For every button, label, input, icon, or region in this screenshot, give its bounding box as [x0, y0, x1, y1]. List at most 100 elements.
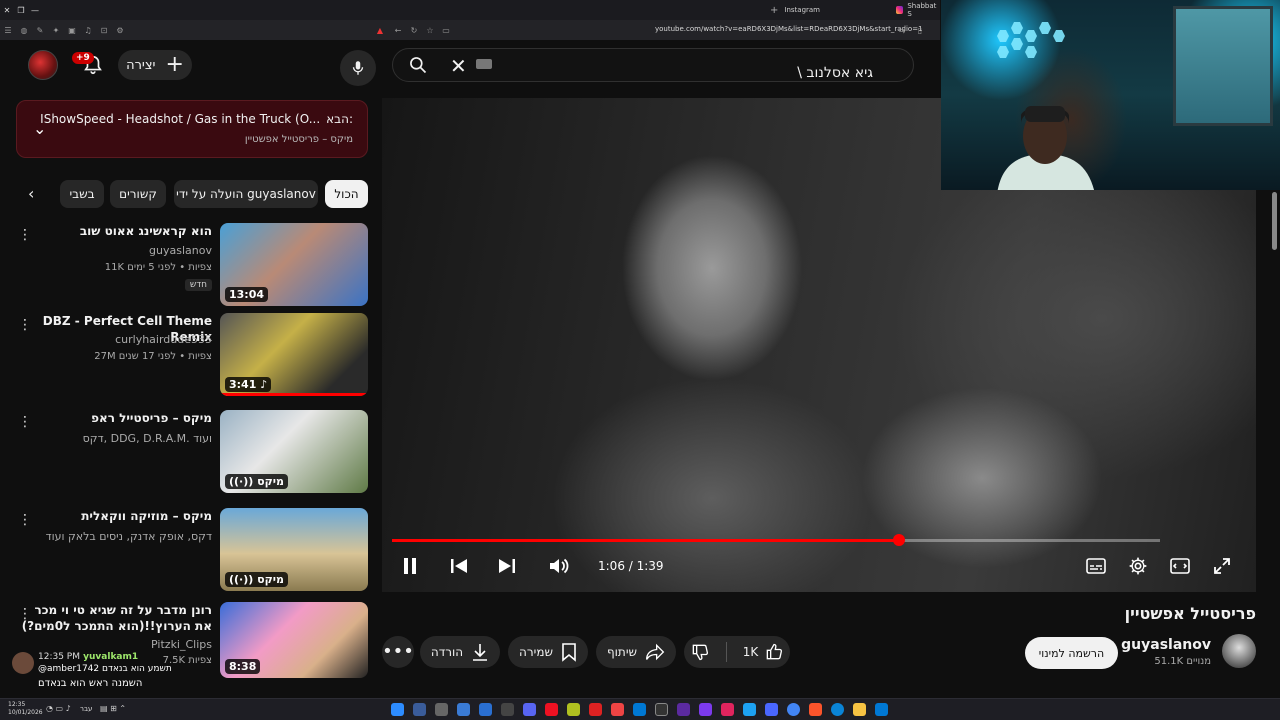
app-icon[interactable]	[743, 703, 756, 716]
restore-window-icon[interactable]: ❐	[14, 6, 28, 15]
music-icon[interactable]: ♫	[80, 26, 96, 35]
extension-icon[interactable]: ✎	[32, 26, 48, 35]
chip-all[interactable]: הכול	[325, 180, 368, 208]
video-title[interactable]: הוא קראשינג אאוט שוב	[32, 223, 212, 239]
chip-watched[interactable]: בשבי	[60, 180, 104, 208]
scrollbar-thumb[interactable]	[1272, 192, 1277, 250]
bookmark-page-icon[interactable]: ▯	[912, 26, 928, 35]
taskbar-clock[interactable]: 12:35 10/01/2026	[8, 701, 43, 717]
chip-related[interactable]: קשורים	[110, 180, 166, 208]
video-title[interactable]: רונן מדבר על זה שגיא טי וי מכר את הערוץ!…	[16, 602, 212, 634]
start-icon[interactable]	[875, 703, 888, 716]
settings-icon[interactable]: ⚙	[112, 26, 128, 35]
channel-name[interactable]: curlyhairdude535	[115, 333, 212, 346]
video-title[interactable]: מיקס – מוזיקה ווקאלית	[32, 508, 212, 524]
pause-button[interactable]	[400, 554, 420, 578]
voice-search-button[interactable]	[340, 50, 376, 86]
more-options-icon[interactable]: ⋮	[18, 227, 32, 243]
app-icon[interactable]	[589, 703, 602, 716]
video-title[interactable]: מיקס – פריסטייל ראפ	[32, 410, 212, 426]
url-text[interactable]: youtube.com/watch?v=eaRD6X3DjMs&list=RDe…	[655, 25, 923, 33]
list-item[interactable]: ⋮ ((·)) מיקס מיקס – פריסטייל ראפ דקס, DD…	[16, 410, 368, 494]
folder-icon[interactable]	[853, 703, 866, 716]
video-thumbnail[interactable]: 8:38	[220, 602, 368, 678]
previous-button[interactable]	[448, 554, 470, 578]
puzzle-icon[interactable]: ✦	[48, 26, 64, 35]
app-icon[interactable]	[413, 703, 426, 716]
chip-uploaded-by[interactable]: הועלה על ידי guyaslanov	[174, 180, 318, 208]
channel-name[interactable]: guyaslanov	[149, 244, 212, 257]
sidebar-icon[interactable]: ▣	[64, 26, 80, 35]
back-icon[interactable]: ←	[390, 26, 406, 35]
create-button[interactable]: יצירה +	[118, 50, 192, 80]
volume-button[interactable]	[548, 554, 572, 578]
reload-icon[interactable]: ↻	[406, 26, 422, 35]
more-options-icon[interactable]: ⋮	[18, 414, 32, 430]
page-scrollbar[interactable]	[1268, 190, 1280, 695]
video-thumbnail[interactable]: 13:04	[220, 223, 368, 306]
list-item[interactable]: ⋮ 13:04 הוא קראשינג אאוט שוב guyaslanov …	[16, 223, 368, 307]
screenshot-icon[interactable]: ⊡	[96, 26, 112, 35]
like-button[interactable]: 1K	[743, 642, 785, 662]
search-input[interactable]: גיא אסלנוב \	[392, 48, 914, 82]
app-icon[interactable]	[611, 703, 624, 716]
clear-search-icon[interactable]: ✕	[450, 54, 467, 78]
search-button[interactable]	[390, 50, 446, 80]
settings-button[interactable]	[1126, 554, 1150, 578]
discord-icon[interactable]	[523, 703, 536, 716]
premiere-icon[interactable]	[677, 703, 690, 716]
chevron-left-icon[interactable]: ‹	[28, 184, 34, 203]
dislike-button[interactable]	[690, 642, 710, 662]
video-thumbnail[interactable]: ((·)) מיקס	[220, 508, 368, 591]
edge-icon[interactable]	[831, 703, 844, 716]
tab-instagram[interactable]: + Instagram	[770, 3, 900, 17]
video-thumbnail[interactable]: ((·)) מיקס	[220, 410, 368, 493]
steam-icon[interactable]	[391, 703, 404, 716]
language-indicator[interactable]: עבר	[80, 705, 92, 713]
fullscreen-button[interactable]	[1210, 554, 1234, 578]
channel-avatar[interactable]	[1222, 634, 1256, 668]
download-button[interactable]: הורדה	[420, 636, 500, 668]
account-avatar[interactable]	[28, 50, 58, 80]
more-options-icon[interactable]: ⋮	[18, 512, 32, 528]
list-item[interactable]: ⋮ ((·)) מיקס מיקס – מוזיקה ווקאלית דקס, …	[16, 508, 368, 592]
up-next-panel[interactable]: ⌄ הבא: IShowSpeed - Headshot / Gas in th…	[16, 100, 368, 158]
scrubber-handle[interactable]	[893, 534, 905, 546]
app-icon[interactable]	[765, 703, 778, 716]
close-window-icon[interactable]: ✕	[0, 6, 14, 15]
share-button[interactable]: שיתוף	[596, 636, 676, 668]
copy-link-icon[interactable]: ⇆	[894, 26, 910, 35]
subscribe-button[interactable]: הרשמה למינוי	[1025, 637, 1118, 669]
list-item[interactable]: ⋮ 3:41 ♪ DBZ - Perfect Cell Theme Remix …	[16, 313, 368, 397]
app-icon[interactable]	[721, 703, 734, 716]
bookmark-icon[interactable]: ☆	[422, 26, 438, 35]
subtitles-button[interactable]	[1084, 554, 1108, 578]
minimize-window-icon[interactable]: —	[28, 6, 42, 15]
channel-names[interactable]: דקס, DDG, D.R.A.M. ועוד	[83, 432, 212, 445]
chatgpt-icon[interactable]	[655, 703, 668, 716]
obs-icon[interactable]	[435, 703, 448, 716]
video-thumbnail[interactable]: 3:41 ♪	[220, 313, 368, 396]
tray-expand-icon[interactable]: ▤ ⊞ ⌃	[100, 704, 126, 713]
new-tab-icon[interactable]: +	[770, 5, 778, 16]
channel-names[interactable]: דקס, אופק אדנק, ניסים בלאק ועוד	[46, 530, 212, 543]
app-icon[interactable]	[457, 703, 470, 716]
app-icon[interactable]	[479, 703, 492, 716]
theater-mode-button[interactable]	[1168, 554, 1192, 578]
channel-name[interactable]: guyaslanov	[1121, 637, 1211, 653]
chrome-icon[interactable]	[787, 703, 800, 716]
app-icon[interactable]	[567, 703, 580, 716]
system-tray-icons[interactable]: ◔ ▭ ♪	[46, 704, 71, 713]
more-actions-button[interactable]: •••	[382, 636, 414, 668]
app-icon[interactable]	[545, 703, 558, 716]
brave-icon[interactable]	[809, 703, 822, 716]
tab-icon[interactable]: ▭	[438, 26, 454, 35]
menu-icon[interactable]: ☰	[0, 26, 16, 35]
shield-icon[interactable]: ◍	[16, 26, 32, 35]
warning-icon[interactable]: ▲	[372, 26, 388, 35]
next-button[interactable]	[496, 554, 518, 578]
tab-shabbat[interactable]: Shabbat S	[896, 2, 940, 18]
keyboard-icon[interactable]	[476, 59, 492, 69]
app-icon[interactable]	[501, 703, 514, 716]
save-button[interactable]: שמירה	[508, 636, 588, 668]
